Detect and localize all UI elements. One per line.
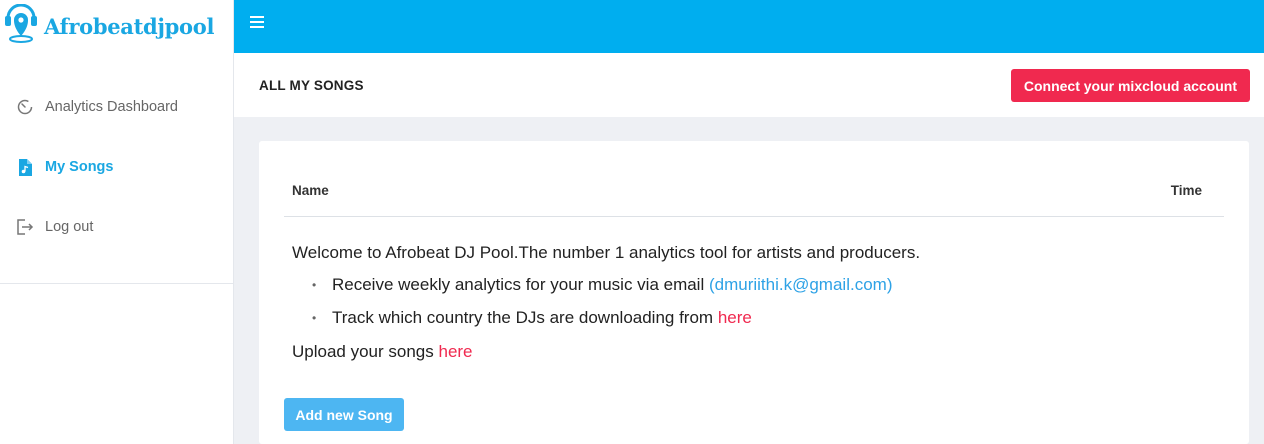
bullet-icon: • (312, 278, 317, 292)
sidebar-item-label: My Songs (45, 159, 114, 175)
hamburger-icon[interactable] (250, 16, 264, 28)
songs-table-header: Name Time (284, 171, 1224, 217)
email-link[interactable]: (dmuriithi.k@gmail.com) (709, 275, 893, 294)
top-bar (234, 0, 1264, 53)
sidebar-item-label: Log out (45, 219, 94, 235)
column-header-time: Time (1170, 183, 1202, 198)
upload-here-link[interactable]: here (438, 342, 472, 361)
sidebar-item-label: Analytics Dashboard (45, 99, 178, 115)
page-header: ALL MY SONGS Connect your mixcloud accou… (234, 53, 1264, 117)
bullet-icon: • (312, 311, 317, 325)
sidebar-item-log-out[interactable]: Log out (0, 197, 233, 257)
music-file-icon (16, 158, 34, 176)
list-item: • Receive weekly analytics for your musi… (312, 275, 892, 308)
feature-list: • Receive weekly analytics for your musi… (312, 275, 892, 341)
page-title: ALL MY SONGS (259, 78, 364, 93)
logout-icon (16, 218, 34, 236)
sidebar: Afrobeatdjpool Analytics Dashboard My So… (0, 0, 234, 444)
feature-text: Receive weekly analytics for your music … (332, 275, 709, 294)
country-here-link[interactable]: here (718, 308, 752, 327)
dj-headphones-pin-icon (4, 3, 38, 49)
dashboard-gauge-icon (16, 98, 34, 116)
upload-text: Upload your songs here (292, 342, 473, 362)
brand[interactable]: Afrobeatdjpool (0, 0, 233, 53)
sidebar-item-my-songs[interactable]: My Songs (0, 137, 233, 197)
list-item: • Track which country the DJs are downlo… (312, 308, 892, 341)
column-header-name: Name (292, 183, 329, 198)
sidebar-item-analytics-dashboard[interactable]: Analytics Dashboard (0, 77, 233, 137)
songs-card: Name Time Welcome to Afrobeat DJ Pool.Th… (259, 141, 1249, 444)
welcome-text: Welcome to Afrobeat DJ Pool.The number 1… (292, 243, 921, 262)
feature-text: Track which country the DJs are download… (332, 308, 718, 327)
upload-label: Upload your songs (292, 342, 439, 361)
brand-name: Afrobeatdjpool (44, 14, 215, 39)
connect-mixcloud-button[interactable]: Connect your mixcloud account (1010, 69, 1250, 102)
sidebar-nav: Analytics Dashboard My Songs Log out (0, 77, 233, 284)
add-new-song-button[interactable]: Add new Song (284, 398, 404, 431)
